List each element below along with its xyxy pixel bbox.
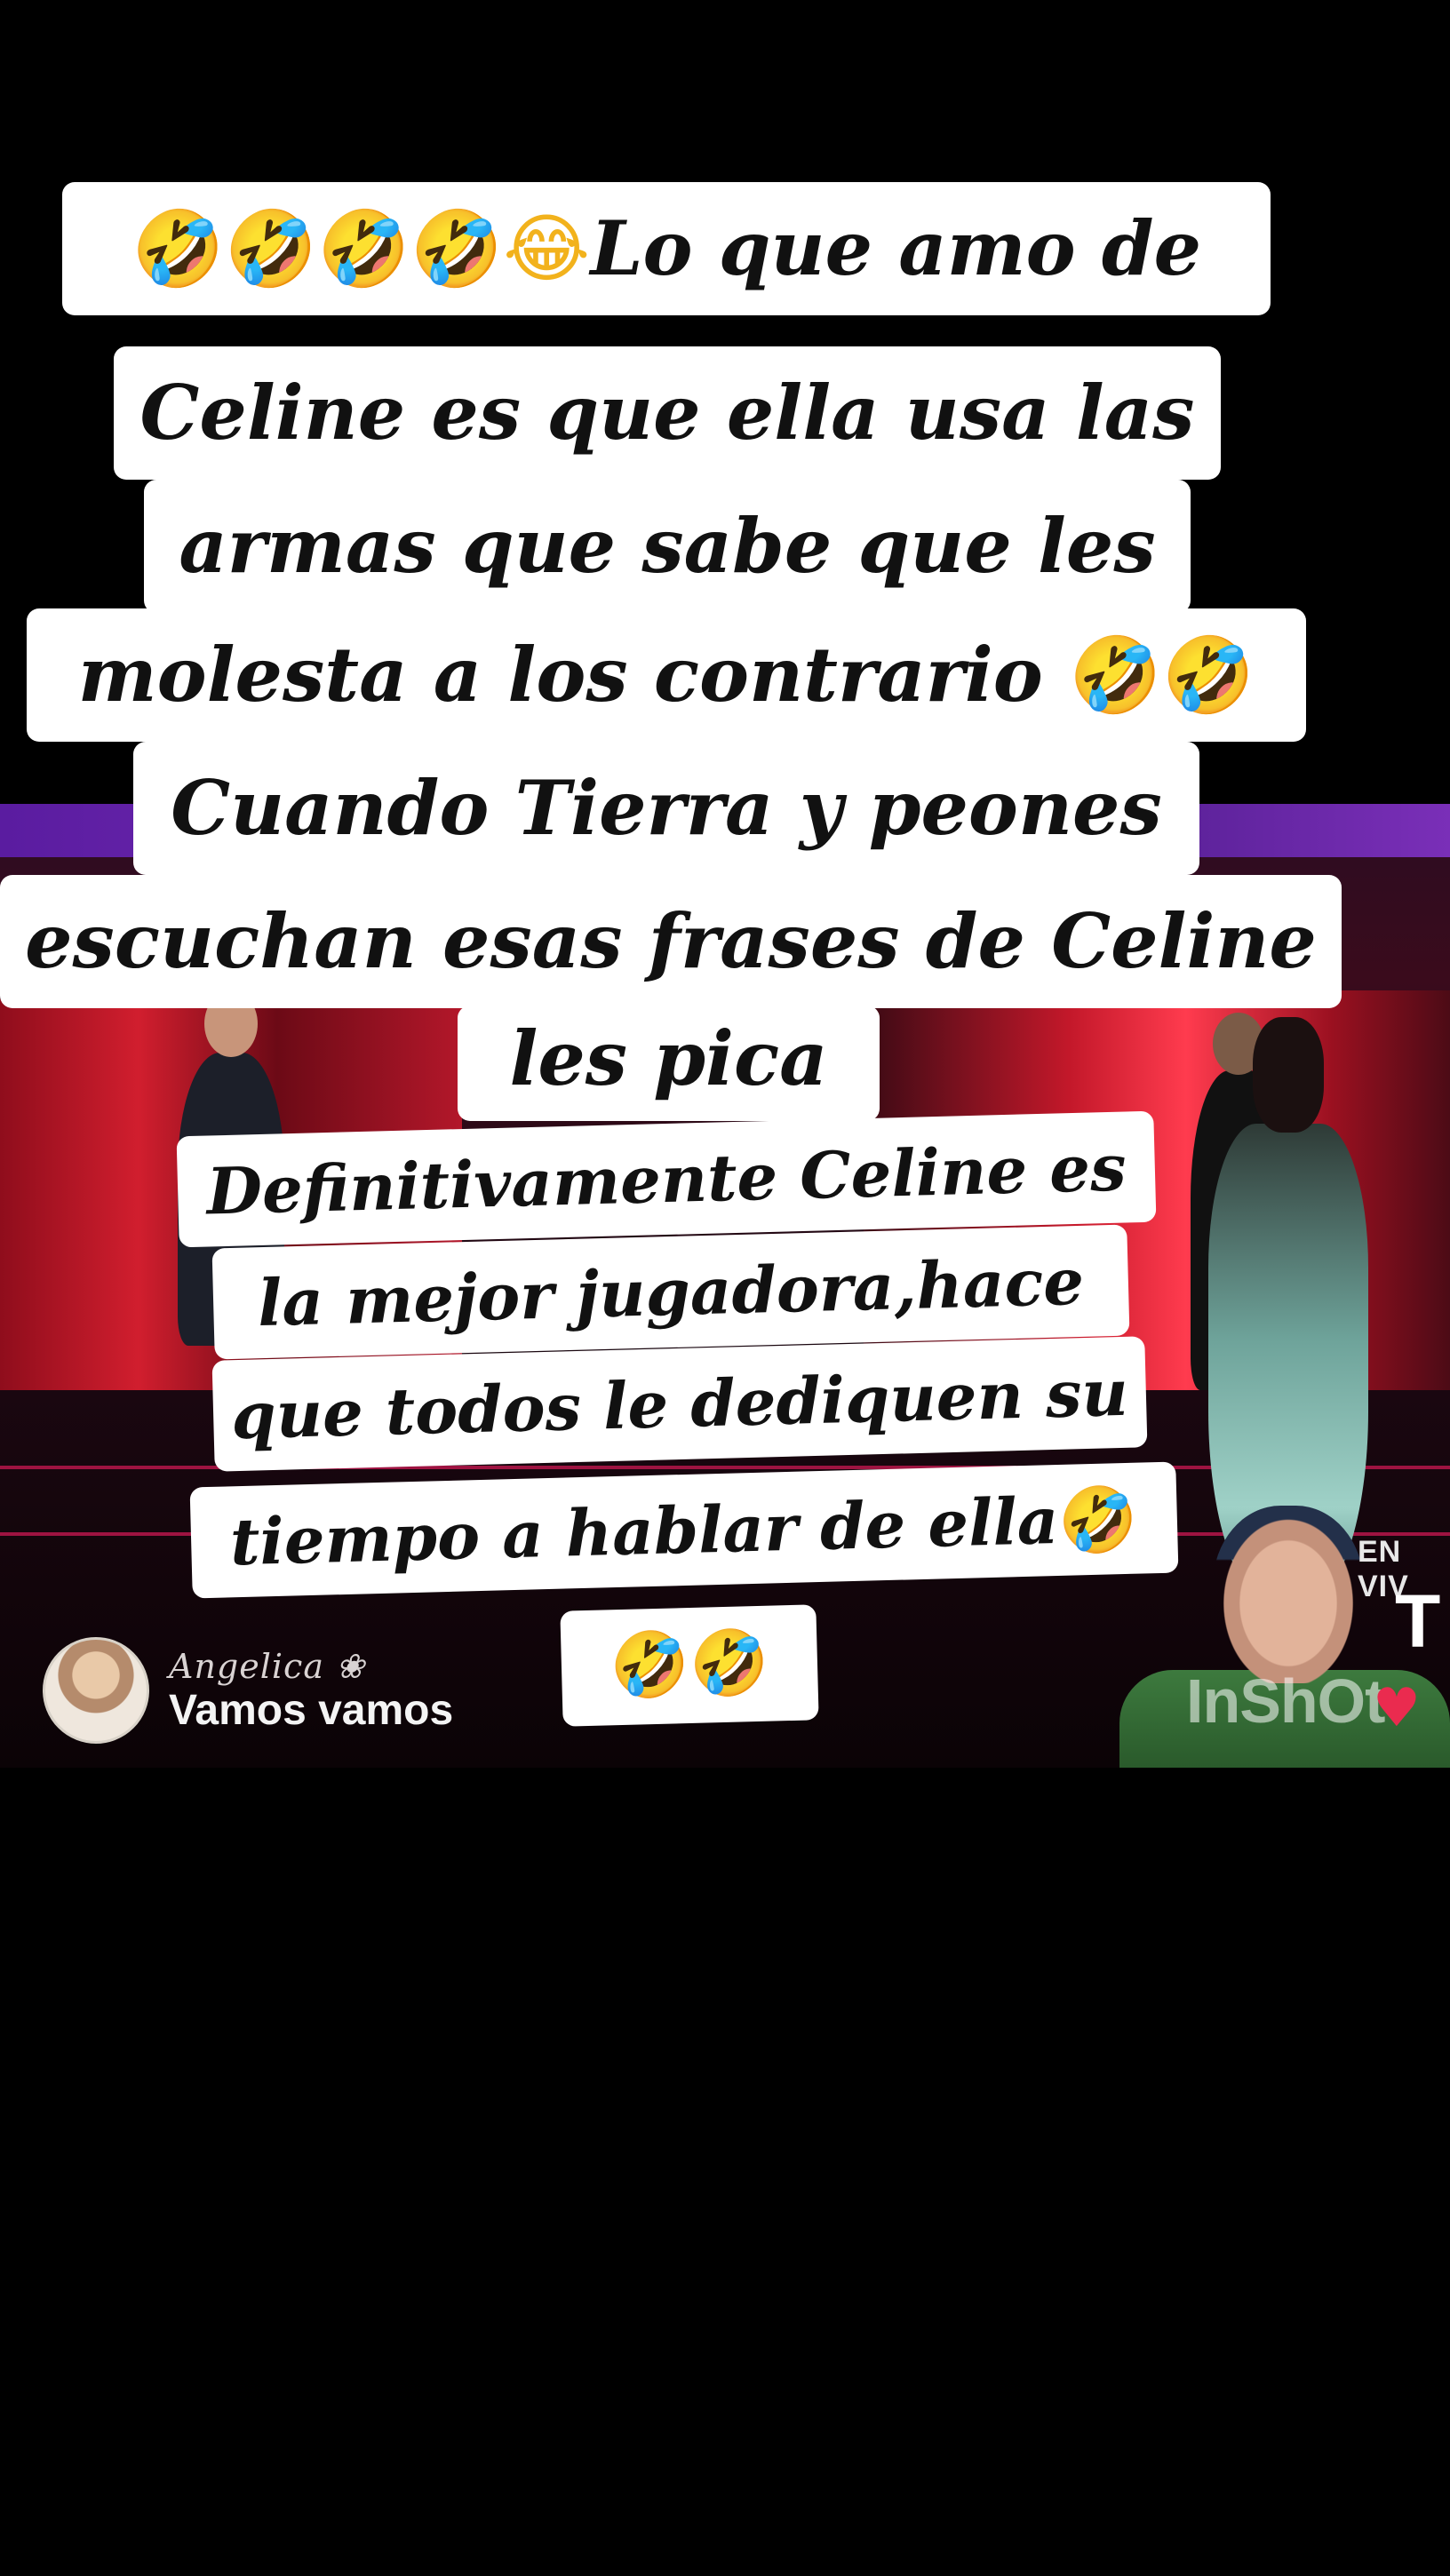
caption-line: armas que sabe que les <box>144 480 1191 613</box>
caption-line: 🤣🤣🤣🤣😂Lo que amo de <box>62 182 1271 315</box>
laughing-emoji-icon: 🤣🤣🤣🤣😂 <box>131 205 591 292</box>
laughing-emoji-icon: 🤣🤣 <box>609 1624 770 1704</box>
presenter-portrait <box>1213 1506 1364 1683</box>
laughing-emoji-icon: 🤣🤣 <box>1069 632 1255 719</box>
caption-line: molesta a los contrario 🤣🤣 <box>27 608 1306 742</box>
comment-username: Angelica ❀ <box>169 1646 365 1686</box>
inshot-watermark: InShOt <box>1186 1666 1385 1736</box>
comment-message: Vamos vamos <box>169 1686 454 1734</box>
heart-icon: ♥ <box>1373 1677 1421 1739</box>
caption-line: Cuando Tierra y peones <box>133 742 1199 875</box>
caption-line: 🤣🤣 <box>560 1604 819 1727</box>
caption-line: les pica <box>458 1006 880 1121</box>
live-comment: Angelica ❀ Vamos vamos <box>43 1633 453 1748</box>
caption-line: escuchan esas frases de Celine <box>0 875 1342 1008</box>
avatar <box>43 1637 149 1744</box>
laughing-emoji-icon: 🤣 <box>1057 1481 1139 1558</box>
caption-line: Celine es que ella usa las <box>114 346 1221 480</box>
channel-logo: T <box>1395 1579 1441 1663</box>
